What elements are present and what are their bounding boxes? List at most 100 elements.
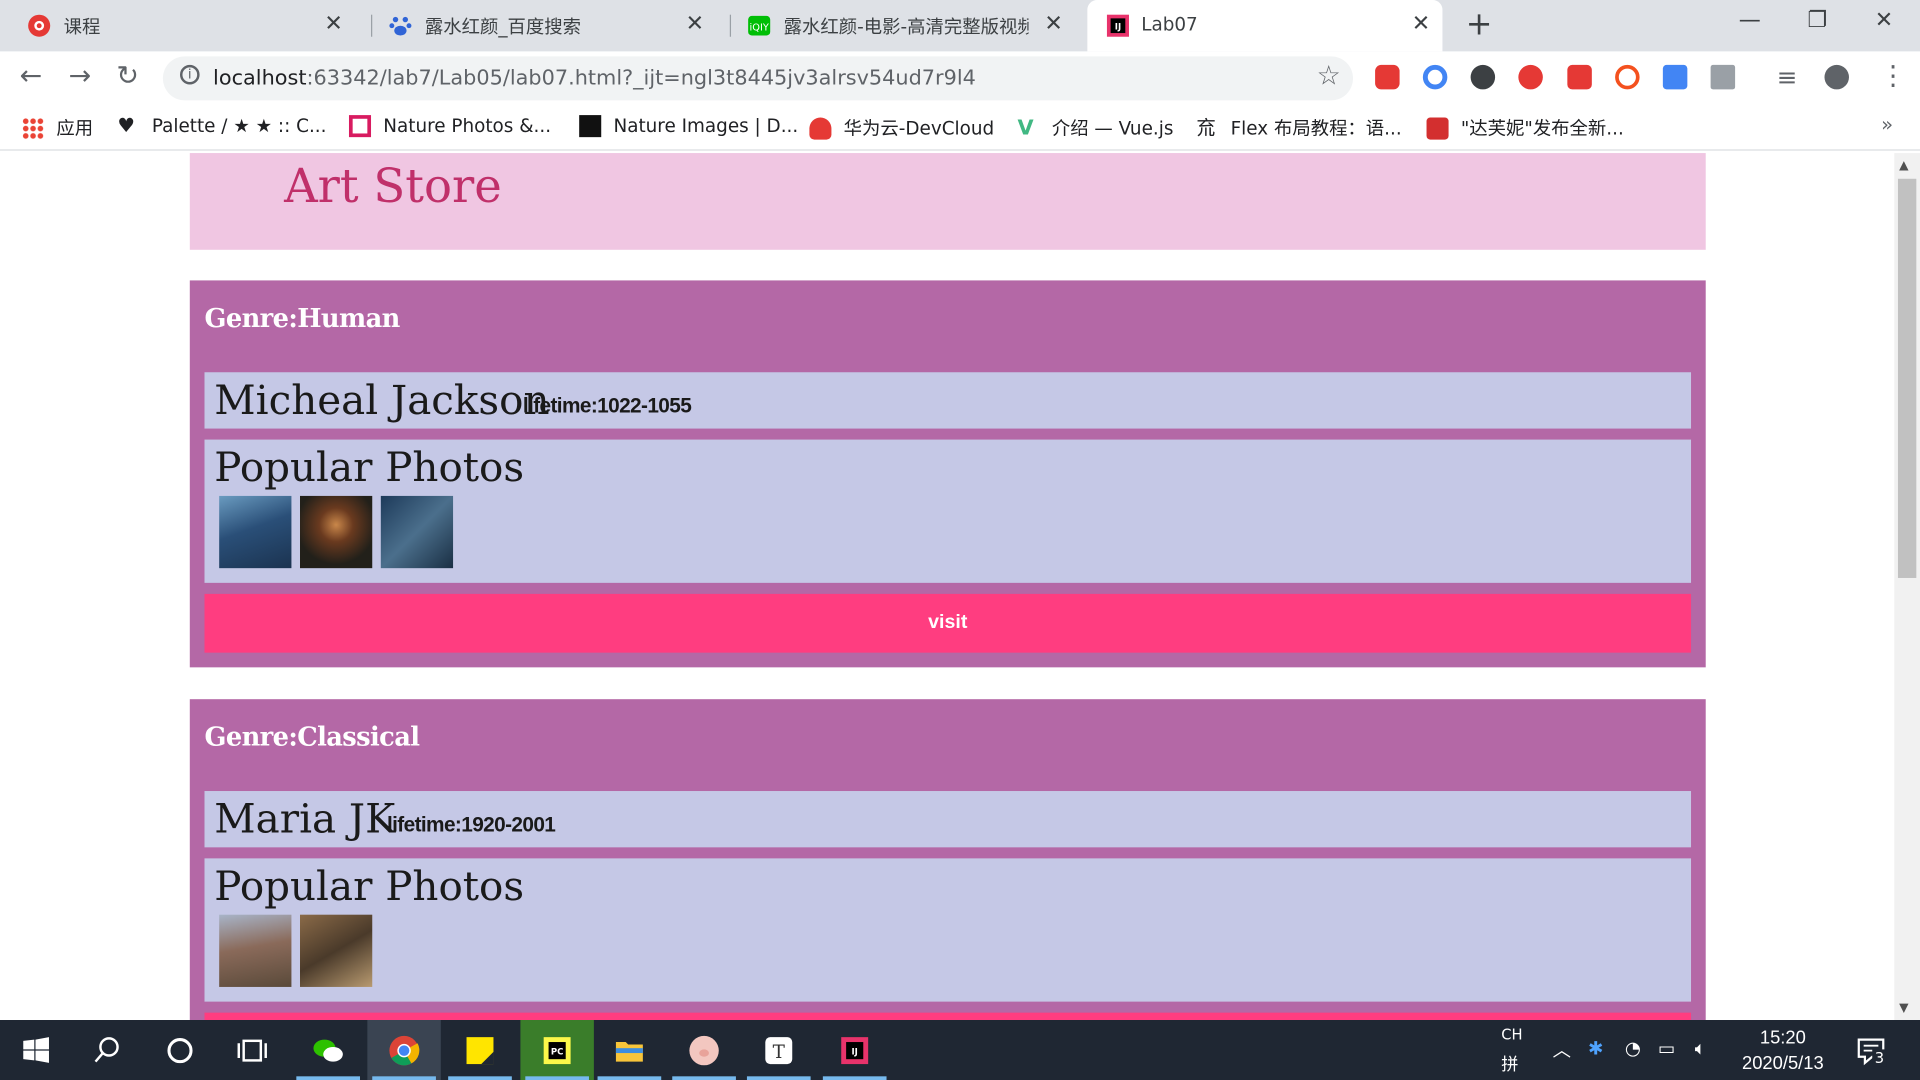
tab-lab07[interactable]: IJ Lab07 ✕ <box>1087 0 1443 52</box>
start-button[interactable] <box>0 1020 73 1080</box>
download-ext-icon[interactable] <box>1470 64 1496 90</box>
translate-icon[interactable] <box>1662 64 1688 90</box>
battery-icon[interactable]: ▭ <box>1658 1037 1675 1059</box>
search-button[interactable] <box>71 1020 144 1080</box>
windows-logo-icon <box>23 1037 49 1063</box>
infinity-ext-icon[interactable] <box>1615 64 1640 90</box>
menu-kebab-icon[interactable]: ⋮ <box>1880 61 1907 92</box>
profile-avatar-icon[interactable] <box>1824 64 1849 90</box>
bookmark-star-icon[interactable]: ☆ <box>1317 61 1341 92</box>
bookmark-palette[interactable]: ♥ Palette / ★ ★ :: C... <box>118 114 327 138</box>
windows-taskbar: PC T IJ CH 拼 ︿ ✱ ◔ ▭ 🔈︎ 15:20 2020/5/13 … <box>0 1020 1920 1080</box>
popular-photos-box: Popular Photos <box>204 858 1692 1002</box>
tab-title: Lab07 <box>1141 13 1198 36</box>
artist-lifetime: lifetime:1022-1055 <box>522 394 692 418</box>
photo-thumbnail[interactable] <box>300 914 373 987</box>
site-info-icon[interactable]: i <box>180 64 200 85</box>
tab-course[interactable]: 课程 ✕ <box>0 0 355 51</box>
extension-red-icon[interactable] <box>1518 64 1543 90</box>
system-clock[interactable]: 15:20 2020/5/13 <box>1724 1025 1842 1076</box>
bookmark-label: Palette / ★ ★ :: C... <box>151 115 327 138</box>
close-window-icon[interactable]: ✕ <box>1875 7 1893 33</box>
flex-icon: 㐬 <box>1196 115 1216 139</box>
close-tab-icon[interactable]: ✕ <box>1044 11 1062 37</box>
running-indicator <box>672 1076 736 1080</box>
close-tab-icon[interactable]: ✕ <box>686 11 704 37</box>
ime-language[interactable]: CH <box>1501 1026 1522 1043</box>
close-tab-icon[interactable]: ✕ <box>1412 11 1430 37</box>
bookmark-flex[interactable]: 㐬 Flex 布局教程：语... <box>1196 115 1401 141</box>
bookmarks-overflow-icon[interactable]: » <box>1881 113 1893 136</box>
chrome-icon <box>389 1035 420 1066</box>
vue-icon: V <box>1017 115 1034 141</box>
cortana-button[interactable] <box>143 1020 216 1080</box>
cortana-ring-icon <box>167 1038 193 1064</box>
bookmark-devcloud[interactable]: 华为云-DevCloud <box>809 115 994 141</box>
address-bar[interactable]: i localhost:63342/lab7/Lab05/lab07.html?… <box>162 56 1354 101</box>
task-view-button[interactable] <box>216 1020 289 1080</box>
forward-arrow-icon[interactable]: → <box>69 61 92 92</box>
bookmarks-bar: 应用 ♥ Palette / ★ ★ :: C... Nature Photos… <box>0 105 1920 151</box>
close-tab-icon[interactable]: ✕ <box>324 11 342 37</box>
bookmark-news[interactable]: "达芙妮"发布全新... <box>1426 115 1624 141</box>
taskbar-typora[interactable]: T <box>742 1020 815 1080</box>
adblock-icon[interactable] <box>1567 64 1592 90</box>
pycharm-icon: PC <box>543 1037 571 1065</box>
scroll-down-arrow-icon[interactable]: ▼ <box>1899 1002 1908 1015</box>
search-icon <box>94 1037 119 1063</box>
scrollbar-thumb[interactable] <box>1897 178 1917 578</box>
bookmark-label: Nature Images | D... <box>613 115 799 138</box>
taskbar-sticky-notes[interactable] <box>443 1020 516 1080</box>
tab-iqiyi[interactable]: iQIY 露水红颜-电影-高清完整版视频在 ✕ <box>720 0 1075 51</box>
taskbar-app-pig[interactable] <box>667 1020 740 1080</box>
tab-title: 露水红颜-电影-高清完整版视频在 <box>783 15 1029 38</box>
tray-overflow-chevron-icon[interactable]: ︿ <box>1553 1037 1571 1063</box>
popular-photos-title: Popular Photos <box>214 443 525 492</box>
restore-icon[interactable]: ❐ <box>1807 7 1827 33</box>
volume-icon[interactable]: 🔈︎ <box>1695 1037 1706 1059</box>
tab-title: 露水红颜_百度搜索 <box>424 15 582 38</box>
photo-thumbnail[interactable] <box>219 914 292 987</box>
taskbar-intellij[interactable]: IJ <box>818 1020 891 1080</box>
back-arrow-icon[interactable]: ← <box>20 61 43 92</box>
minimize-icon[interactable]: — <box>1739 7 1761 33</box>
vimium-icon[interactable] <box>1710 64 1736 90</box>
site-header: Art Store <box>189 153 1706 250</box>
running-indicator <box>296 1076 360 1080</box>
photo-thumbnail[interactable] <box>300 495 373 569</box>
taskbar-chrome[interactable] <box>367 1020 441 1080</box>
media-queue-icon[interactable]: ≡ <box>1777 62 1798 91</box>
tray-app-icon[interactable]: ✱ <box>1588 1037 1603 1059</box>
url-text[interactable]: localhost:63342/lab7/Lab05/lab07.html?_i… <box>213 66 976 90</box>
ime-mode[interactable]: 拼 <box>1501 1052 1518 1076</box>
task-view-icon <box>237 1039 267 1062</box>
tab-title: 课程 <box>63 15 101 38</box>
bookmark-vue[interactable]: V 介绍 — Vue.js <box>1018 115 1174 141</box>
taskbar-wechat[interactable] <box>291 1020 364 1080</box>
bookmark-nature-photos[interactable]: Nature Photos &... <box>348 115 551 138</box>
photo-thumbnail[interactable] <box>219 495 292 569</box>
new-tab-button[interactable]: + <box>1466 6 1493 43</box>
svg-text:T: T <box>773 1042 786 1063</box>
visit-button[interactable]: visit <box>204 1012 1692 1021</box>
wifi-icon[interactable]: ◔ <box>1625 1037 1641 1059</box>
tab-baidu[interactable]: 露水红颜_百度搜索 ✕ <box>361 0 716 51</box>
visit-button[interactable]: visit <box>204 593 1692 653</box>
svg-text:IJ: IJ <box>852 1047 858 1057</box>
bookmark-apps[interactable]: 应用 <box>22 115 93 141</box>
notification-center-button[interactable]: 3 <box>1840 1020 1901 1080</box>
svg-text:iQIY: iQIY <box>750 23 769 34</box>
photo-thumbnail[interactable] <box>380 495 454 569</box>
youtube-ext-icon[interactable] <box>1375 64 1400 90</box>
bookmark-nature-images[interactable]: Nature Images | D... <box>579 115 799 138</box>
reload-icon[interactable]: ↻ <box>116 61 139 92</box>
artist-box: Micheal Jackson lifetime:1022-1055 <box>204 372 1692 429</box>
unsplash-icon <box>579 115 602 138</box>
scroll-up-arrow-icon[interactable]: ▲ <box>1899 159 1908 172</box>
taskbar-file-explorer[interactable] <box>593 1020 666 1080</box>
taskbar-pycharm[interactable]: PC <box>520 1020 594 1080</box>
pig-avatar-icon <box>689 1035 719 1066</box>
chrome-ext-icon[interactable] <box>1422 64 1448 90</box>
notification-count-badge: 3 <box>1872 1049 1887 1067</box>
artist-name: Micheal Jackson <box>214 375 550 424</box>
